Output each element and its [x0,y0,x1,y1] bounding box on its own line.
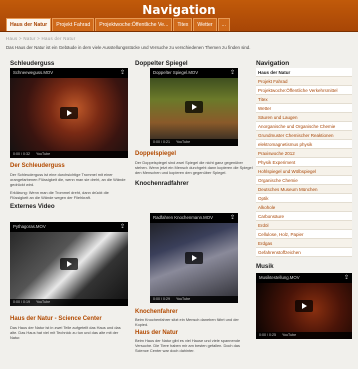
sidebar-item-praxiswoche[interactable]: Praxiswoche 2012 [256,149,352,158]
video-player-pythagoras[interactable]: Pythagoras.MOV ⇪ 0:00 / 0:19 YouTube [10,222,128,306]
heading-knochenradfahrer: Knochenradfahrer [135,180,189,187]
video-caption-title[interactable]: Haus der Natur - Science Center [10,316,128,322]
sidebar-item-erdoel[interactable]: Erdöl [256,221,352,230]
heading-external-video: Externes Video [10,203,55,210]
share-icon[interactable]: ⇪ [344,274,349,281]
sidebar-item-organische-chemie[interactable]: Organische Chemie [256,176,352,185]
tab-wetter[interactable]: Wetter [193,18,217,31]
breadcrumb[interactable]: Haus > Natur > Haus der Natur [6,36,75,41]
play-icon[interactable] [295,300,313,312]
share-icon[interactable]: ⇪ [230,214,235,221]
video-player-schleuderguss[interactable]: Schneeweguss.MOV ⇪ 0:00 / 0:32 YouTube [10,68,128,158]
sidebar-item-grundmuster[interactable]: Grundmuster Chemischer Reaktionen [256,131,352,140]
sidebar-item-projekt-fahrad[interactable]: Projekt Fahrad [256,77,352,86]
sidebar-nav: Haus der Natur Projekt Fahrad Projektwoc… [256,68,352,257]
video-description: Beim Knochenfahrer sitzt ein Mensch dane… [135,317,239,327]
heading-doppelter-spiegel: Doppelter Spiegel [135,60,188,67]
video-description: Der Doppelspiegel sind zwei Spiegel die … [135,160,253,175]
video-description: Der Schleuderguss ist eine durchsichtige… [10,172,126,187]
video-title[interactable]: Radfahren Knochenmann.MOV [150,213,238,223]
tab-projekt-fahrad[interactable]: Projekt Fahrad [52,18,95,31]
sidebar-item-projektwoche[interactable]: Projektwoche:Öffentliche Verkehrsmittel [256,86,352,95]
sidebar-item-titex[interactable]: Titex [256,95,352,104]
video-title[interactable]: Pythagoras.MOV [10,222,128,232]
sidebar-item-gefahrenstoffzeichen[interactable]: Gefahrenstoffzeichen [256,248,352,257]
video-player-knochenradfahrer[interactable]: Radfahren Knochenmann.MOV ⇪ 0:00 / 0:29 Y… [150,213,238,303]
sidebar-item-cellulose[interactable]: Cellulose, Holz, Papier [256,230,352,239]
play-icon[interactable] [60,258,78,270]
video-controls[interactable]: 0:00 / 0:29 YouTube [150,296,238,303]
share-icon[interactable]: ⇪ [120,69,125,76]
video-controls[interactable]: 0:00 / 0:25 YouTube [256,332,352,339]
tab-more[interactable]: ... [217,18,230,31]
heading-schleuderguss: Schleuderguss [10,60,55,67]
video-description: Beim Haus der Natur gibt es viel Hause u… [135,338,241,353]
sidebar-item-alkohole[interactable]: Alkohole [256,203,352,212]
video-caption-title[interactable]: Doppelspiegel [135,151,253,157]
video-controls[interactable]: 0:00 / 0:21 YouTube [150,139,238,146]
tab-titex[interactable]: Titex [173,18,193,31]
sidebar-item-hohlspiegel[interactable]: Hohlspiegel und Wölbspiegel [256,167,352,176]
tab-projektwoche[interactable]: Projektwoche:Öffentliche Ve... [95,18,173,31]
video-player-musik[interactable]: Musiktestellung.MOV ⇪ 0:00 / 0:25 YouTube [256,273,352,339]
sidebar-item-physik-experiment[interactable]: Physik Experiment [256,158,352,167]
site-title: Navigation [142,3,216,17]
heading-musik: Musik [256,263,274,270]
site-header: Navigation Haus der Natur Projekt Fahrad… [0,0,358,32]
sidebar-item-elektromagnetismus[interactable]: elektromagnetismus physik [256,140,352,149]
video-explanation: Erklärung: Wenn man die Trommel dreht, d… [10,190,109,200]
sidebar-item-deutsches-museum[interactable]: Deutsches Museum München [256,185,352,194]
sidebar-item-erdgas[interactable]: Erdgas [256,239,352,248]
sidebar-item-haus-der-natur[interactable]: Haus der Natur [256,68,352,77]
video-caption-title[interactable]: Knochenfahrer [135,309,253,315]
sidebar-title: Navigation [256,60,290,67]
video-title[interactable]: Schneeweguss.MOV [10,68,128,78]
video-description: Das Haus der Natur ist in zwei Teile auf… [10,325,121,340]
sidebar-item-carbonsaeure[interactable]: Carbonsäure [256,212,352,221]
play-icon[interactable] [185,252,203,264]
video-player-doppelter-spiegel[interactable]: Doppelter Spiegel.MOV ⇪ 0:00 / 0:21 YouTu… [150,68,238,146]
video-caption-title[interactable]: Haus der Natur [135,330,253,336]
page-intro: Das Haus der Natur ist ein Gebäude in de… [6,45,251,50]
sidebar-item-anorganische-chemie[interactable]: Anorganische und Organische Chemie [256,122,352,131]
share-icon[interactable]: ⇪ [120,223,125,230]
tab-haus-der-natur[interactable]: Haus der Natur [6,18,52,31]
video-title[interactable]: Musiktestellung.MOV [256,273,352,283]
video-title[interactable]: Doppelter Spiegel.MOV [150,68,238,78]
play-icon[interactable] [185,101,203,113]
column-left: Schleuderguss [10,60,128,67]
tab-bar: Haus der Natur Projekt Fahrad Projektwoc… [6,18,230,31]
play-icon[interactable] [60,107,78,119]
sidebar-item-saeuren-laugen[interactable]: Säuren und Laugen [256,113,352,122]
sidebar-item-optik[interactable]: Optik [256,194,352,203]
video-controls[interactable]: 0:00 / 0:19 YouTube [10,299,128,306]
video-controls[interactable]: 0:00 / 0:32 YouTube [10,151,128,158]
share-icon[interactable]: ⇪ [230,69,235,76]
video-caption-title[interactable]: Der Schleuderguss [10,163,128,169]
sidebar-item-wetter[interactable]: Wetter [256,104,352,113]
